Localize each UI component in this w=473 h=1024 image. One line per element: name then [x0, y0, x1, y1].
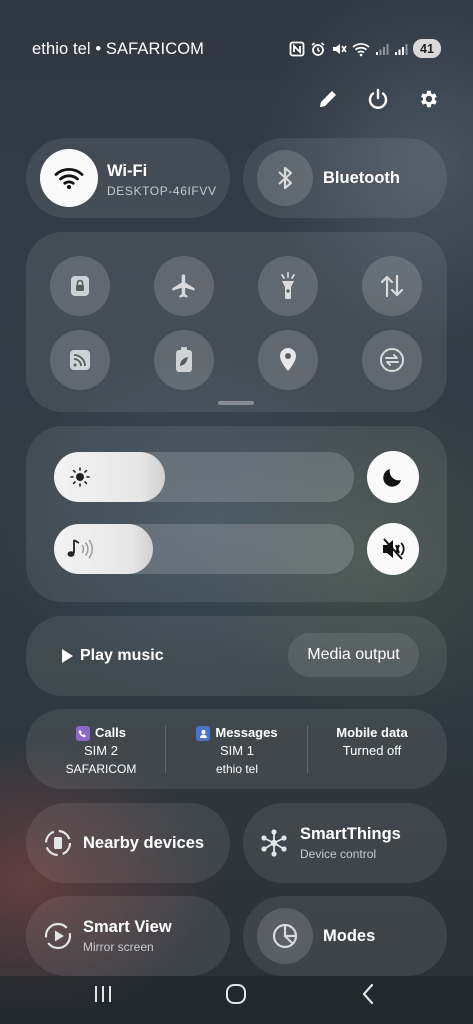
- settings-icon[interactable]: [417, 88, 439, 110]
- smartthings-info: SmartThings Device control: [300, 825, 401, 861]
- mute-icon: [333, 43, 347, 54]
- nav-bar: [0, 976, 473, 1024]
- bluetooth-toggle[interactable]: [257, 150, 313, 206]
- sliders-panel: [26, 426, 447, 602]
- smartthings-label: SmartThings: [300, 825, 401, 843]
- signal-sim2-icon: [395, 43, 408, 55]
- divider: [307, 725, 308, 773]
- play-music-button[interactable]: Play music: [62, 647, 164, 665]
- modes-tile[interactable]: Modes: [243, 896, 447, 976]
- toggle-flashlight[interactable]: [258, 256, 318, 316]
- bluetooth-icon: [278, 166, 293, 190]
- toggle-cast[interactable]: [50, 330, 110, 390]
- bluetooth-label: Bluetooth: [323, 169, 400, 187]
- wifi-network-name: DESKTOP-46IFVV: [107, 184, 217, 198]
- back-icon[interactable]: [360, 983, 376, 1005]
- power-icon[interactable]: [367, 88, 389, 110]
- toggle-secure-folder[interactable]: [50, 256, 110, 316]
- brightness-slider[interactable]: [54, 452, 354, 502]
- media-output-button[interactable]: Media output: [288, 633, 419, 677]
- smart-view-label: Smart View: [83, 918, 172, 936]
- secure-folder-icon: [71, 276, 89, 296]
- edit-icon[interactable]: [317, 88, 339, 110]
- wifi-label: Wi-Fi: [107, 162, 148, 180]
- battery-icon: 41: [413, 39, 441, 58]
- smart-view-sub: Mirror screen: [83, 940, 154, 954]
- modes-label: Modes: [323, 927, 376, 945]
- power-saving-icon: [176, 347, 192, 372]
- mute-icon: [383, 538, 405, 560]
- quick-toggles-panel: [26, 232, 447, 412]
- modes-toggle[interactable]: [257, 908, 313, 964]
- expand-handle[interactable]: [218, 401, 254, 405]
- mobile-data-sim[interactable]: Mobile data Turned off: [309, 724, 435, 760]
- smart-view-tile[interactable]: Smart View Mirror screen: [26, 896, 230, 976]
- messages-label: Messages: [215, 725, 278, 740]
- airplane-icon: [172, 274, 195, 298]
- mobile-data-icon: [380, 274, 404, 298]
- play-icon: [62, 649, 73, 663]
- wifi-icon: [352, 42, 370, 56]
- toggle-sync[interactable]: [362, 330, 422, 390]
- dark-mode-icon: [383, 469, 401, 487]
- toggle-location[interactable]: [258, 330, 318, 390]
- smart-view-icon: [44, 922, 72, 950]
- messages-sim[interactable]: Messages SIM 1 ethio tel: [168, 724, 306, 778]
- messages-carrier: ethio tel: [215, 762, 259, 776]
- toggle-airplane[interactable]: [154, 256, 214, 316]
- wifi-tile[interactable]: Wi-Fi DESKTOP-46IFVV: [26, 138, 230, 218]
- divider: [165, 725, 166, 773]
- wifi-icon: [54, 167, 84, 189]
- calls-sim-icon: [75, 725, 90, 741]
- calls-carrier: SAFARICOM: [65, 762, 137, 776]
- nearby-devices-icon: [44, 829, 72, 857]
- home-icon[interactable]: [225, 983, 247, 1005]
- messages-sim-slot: SIM 1: [220, 743, 254, 758]
- bluetooth-tile[interactable]: Bluetooth: [243, 138, 447, 218]
- calls-sim-slot: SIM 2: [84, 743, 118, 758]
- messages-header: Messages: [168, 724, 306, 742]
- wifi-toggle[interactable]: [40, 149, 98, 207]
- smart-view-info: Smart View Mirror screen: [83, 918, 172, 954]
- carrier-label: ethio tel • SAFARICOM: [32, 40, 205, 58]
- status-icons: 41: [289, 39, 441, 58]
- messages-sim-icon: [196, 725, 211, 741]
- dark-mode-button[interactable]: [367, 451, 419, 503]
- nearby-devices-label: Nearby devices: [83, 834, 205, 852]
- sync-icon: [380, 348, 404, 372]
- nfc-icon: [289, 41, 305, 56]
- modes-icon: [272, 923, 298, 949]
- nearby-devices-tile[interactable]: Nearby devices: [26, 803, 230, 883]
- location-icon: [280, 348, 296, 371]
- sound-icon: [67, 539, 93, 559]
- smartthings-icon: [261, 829, 287, 857]
- signal-sim1-icon: [376, 43, 389, 55]
- mobile-data-label: Mobile data: [336, 725, 408, 740]
- alarm-icon: [311, 41, 325, 56]
- volume-slider[interactable]: [54, 524, 354, 574]
- calls-label: Calls: [94, 725, 127, 740]
- calls-header: Calls: [34, 724, 168, 742]
- mute-button[interactable]: [367, 523, 419, 575]
- header-actions: [317, 88, 439, 110]
- cast-icon: [70, 350, 90, 370]
- sim-info-panel: Calls SIM 2 SAFARICOM Messages SIM 1 eth…: [26, 709, 447, 789]
- play-music-label: Play music: [80, 647, 164, 664]
- sun-icon: [70, 467, 90, 487]
- mobile-data-status: Turned off: [342, 743, 402, 758]
- smartthings-sub: Device control: [300, 847, 377, 861]
- toggle-mobile-data[interactable]: [362, 256, 422, 316]
- recents-icon[interactable]: [92, 984, 114, 1004]
- calls-sim[interactable]: Calls SIM 2 SAFARICOM: [34, 724, 168, 778]
- media-panel: Play music Media output: [26, 616, 447, 696]
- smartthings-tile[interactable]: SmartThings Device control: [243, 803, 447, 883]
- wifi-info: Wi-Fi DESKTOP-46IFVV: [107, 162, 225, 198]
- toggle-power-saving[interactable]: [154, 330, 214, 390]
- flashlight-icon: [281, 272, 295, 299]
